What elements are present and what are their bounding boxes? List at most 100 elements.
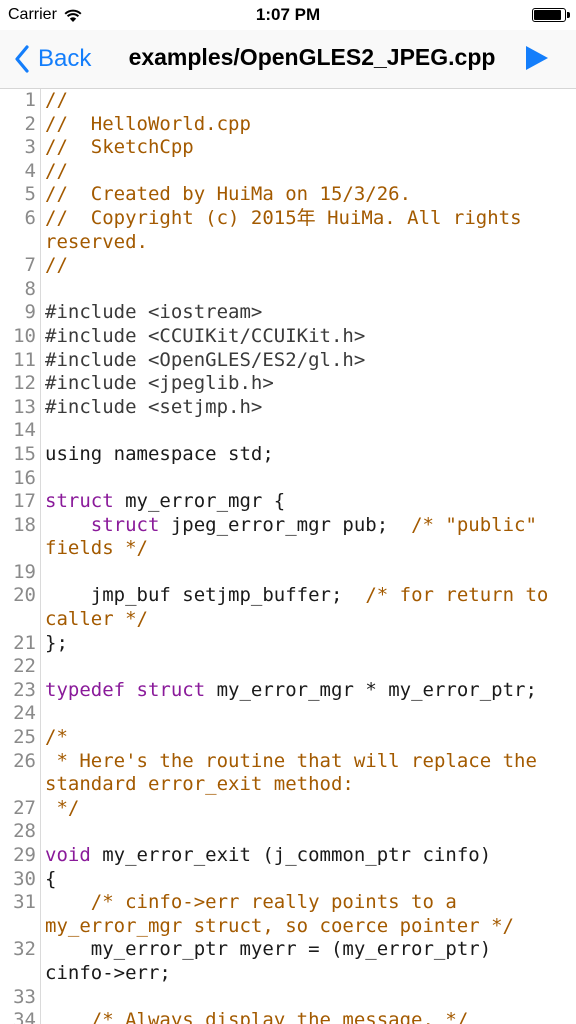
code-line: 26 * Here's the routine that will replac…: [0, 750, 576, 797]
line-number: 33: [13, 985, 36, 1008]
line-number: 7: [24, 254, 36, 277]
code-token: jmp_buf setjmp_buffer;: [45, 584, 366, 607]
code-line: 11 #include <OpenGLES/ES2/gl.h>: [0, 349, 576, 373]
gutter-divider: [40, 89, 41, 1024]
line-number: 22: [13, 655, 36, 678]
code-token: /* cinfo->err really points to a my_erro…: [45, 891, 514, 937]
code-line: 4 //: [0, 160, 576, 184]
line-number: 29: [13, 844, 36, 866]
code-token: struct: [136, 678, 206, 701]
code-token: */: [45, 796, 80, 819]
code-line: 28 ​: [0, 820, 576, 844]
code-token: struct: [90, 513, 160, 536]
code-text: ​: [45, 702, 565, 726]
code-editor[interactable]: 1 // 2 // HelloWorld.cpp 3 // SketchCpp 4 // 5 //…: [0, 89, 576, 1024]
line-number: 14: [13, 419, 36, 442]
code-line: 31 /* cinfo->err really points to a my_e…: [0, 891, 576, 938]
code-text: #include <setjmp.h>: [45, 396, 565, 420]
code-line: 1 //: [0, 89, 576, 113]
code-token: typedef: [45, 678, 126, 701]
code-line: 2 // HelloWorld.cpp: [0, 113, 576, 137]
code-line: 14 ​: [0, 419, 576, 443]
code-text: //: [45, 89, 565, 113]
navigation-bar: Back examples/OpenGLES2_JPEG.cpp: [0, 30, 576, 89]
code-token: using namespace std;: [45, 442, 274, 465]
code-line: 15 using namespace std;: [0, 443, 576, 467]
code-line: 23 typedef struct my_error_mgr * my_error…: [0, 679, 576, 703]
chevron-left-icon: [15, 45, 29, 73]
play-icon[interactable]: [522, 44, 550, 72]
line-number: 26: [13, 749, 36, 772]
code-text: #include <jpeglib.h>: [45, 372, 565, 396]
line-number: 15: [13, 442, 36, 465]
code-line: 7 //: [0, 254, 576, 278]
code-text: using namespace std;: [45, 443, 565, 467]
code-line: 12 #include <jpeglib.h>: [0, 372, 576, 396]
code-line: 5 // Created by HuiMa on 15/3/26.: [0, 183, 576, 207]
code-token: void: [45, 844, 91, 866]
code-token: };: [45, 631, 68, 654]
code-line: 22 ​: [0, 655, 576, 679]
code-line: 13 #include <setjmp.h>: [0, 396, 576, 420]
status-time: 1:07 PM: [255, 5, 321, 24]
code-line: 6 // Copyright (c) 2015年 HuiMa. All right…: [0, 207, 576, 254]
code-text: // SketchCpp: [45, 136, 565, 160]
line-number: 32: [13, 938, 36, 961]
code-token: * Here's the routine that will replace t…: [45, 749, 549, 796]
line-number: 18: [13, 513, 36, 536]
code-text: // Copyright (c) 2015年 HuiMa. All rights…: [45, 207, 565, 254]
back-button[interactable]: Back: [14, 42, 91, 76]
code-token: //: [45, 159, 68, 182]
code-line: 17 struct my_error_mgr {: [0, 490, 576, 514]
code-text: {: [45, 868, 565, 892]
carrier-label: Carrier: [8, 6, 57, 23]
battery-icon: [532, 8, 570, 22]
code-line: 19 ​: [0, 561, 576, 585]
code-lines: 1 // 2 // HelloWorld.cpp 3 // SketchCpp 4 // 5 //…: [0, 89, 576, 1024]
line-number: 8: [24, 277, 36, 300]
line-number: 5: [24, 183, 36, 206]
code-line: 9 #include <iostream>: [0, 301, 576, 325]
code-text: ​: [45, 467, 565, 491]
line-number: 13: [13, 395, 36, 418]
code-token: my_error_mgr {: [113, 490, 286, 513]
code-text: struct my_error_mgr {: [45, 490, 565, 514]
line-number: 27: [13, 796, 36, 819]
line-number: 2: [24, 112, 36, 135]
code-text: */: [45, 797, 565, 821]
code-token: jpeg_error_mgr pub;: [159, 513, 412, 536]
code-token: #include <jpeglib.h>: [45, 372, 274, 395]
code-line: 3 // SketchCpp: [0, 136, 576, 160]
code-line: 29 void my_error_exit (j_common_ptr cinfo…: [0, 844, 576, 868]
code-text: ​: [45, 419, 565, 443]
code-text: // Created by HuiMa on 15/3/26.: [45, 183, 565, 207]
code-text: typedef struct my_error_mgr * my_error_p…: [45, 679, 565, 703]
battery-fill: [534, 10, 561, 20]
back-button-label: Back: [38, 45, 92, 72]
line-number: 34: [13, 1009, 36, 1024]
code-text: /* cinfo->err really points to a my_erro…: [45, 891, 565, 938]
code-token: #include <setjmp.h>: [45, 395, 263, 418]
code-line: 16 ​: [0, 467, 576, 491]
wifi-icon: [64, 9, 82, 22]
code-line: 24 ​: [0, 702, 576, 726]
line-number: 3: [24, 136, 36, 159]
code-token: #include <OpenGLES/ES2/gl.h>: [45, 348, 366, 371]
status-bar: Carrier 1:07 PM: [0, 0, 576, 30]
code-line: 25 /*: [0, 726, 576, 750]
code-token: /*: [45, 726, 68, 749]
code-line: 33 ​: [0, 986, 576, 1010]
code-text: ​: [45, 561, 565, 585]
code-text: // HelloWorld.cpp: [45, 113, 565, 137]
code-token: //: [45, 254, 68, 277]
code-token: //: [45, 89, 68, 111]
code-text: #include <iostream>: [45, 301, 565, 325]
code-text: //: [45, 254, 565, 278]
line-number: 4: [24, 159, 36, 182]
line-number: 11: [13, 348, 36, 371]
code-text: ​: [45, 278, 565, 302]
